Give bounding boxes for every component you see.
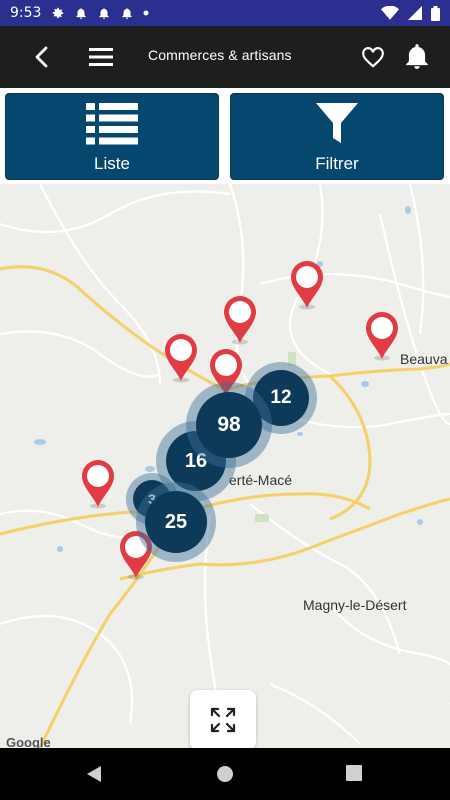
- map-marker[interactable]: [222, 295, 258, 345]
- app-bar: Commerces & artisans: [0, 26, 450, 88]
- map-place-label-town-center: erté-Macé: [229, 472, 293, 488]
- map-marker[interactable]: [80, 459, 116, 509]
- hamburger-menu-icon[interactable]: [87, 43, 115, 71]
- notification-bell-icon: [122, 8, 133, 19]
- map-place-label-east: Beauva: [400, 351, 448, 367]
- fullscreen-expand-icon: [210, 707, 236, 733]
- map-cluster[interactable]: 25: [136, 482, 216, 562]
- fullscreen-button[interactable]: [190, 690, 256, 748]
- map-place-label-south: Magny-le-Désert: [303, 597, 407, 613]
- gear-icon: [53, 7, 64, 19]
- notification-bell-icon: [76, 8, 87, 19]
- back-triangle-icon[interactable]: [85, 765, 103, 783]
- notification-bell-icon: [99, 8, 110, 19]
- list-icon: [86, 103, 138, 145]
- page-title: Commerces & artisans: [148, 47, 292, 63]
- recents-square-icon[interactable]: [346, 765, 362, 781]
- battery-icon: [431, 5, 440, 21]
- list-view-button[interactable]: Liste: [5, 93, 219, 180]
- heart-icon[interactable]: [360, 44, 386, 70]
- status-bar: 9:53: [0, 0, 450, 26]
- bell-icon[interactable]: [404, 42, 430, 70]
- map-cluster[interactable]: 98: [186, 382, 272, 468]
- status-system-icons: [381, 5, 440, 21]
- status-notification-icons: [51, 6, 149, 20]
- map-marker[interactable]: [364, 311, 400, 361]
- map-marker[interactable]: [163, 333, 199, 383]
- map-marker[interactable]: [289, 260, 325, 310]
- cluster-count: 98: [196, 392, 262, 458]
- back-arrow-icon[interactable]: [28, 43, 56, 71]
- cluster-count: 25: [145, 491, 207, 553]
- filter-funnel-icon: [316, 103, 358, 143]
- dot-icon: [143, 10, 149, 16]
- map-view[interactable]: erté-Macé Beauva Magny-le-Désert 3 12 16…: [0, 184, 450, 748]
- filter-button[interactable]: Filtrer: [230, 93, 444, 180]
- list-button-label: Liste: [94, 154, 130, 173]
- status-time: 9:53: [10, 5, 42, 21]
- action-bar: Liste Filtrer: [0, 88, 450, 184]
- system-nav-bar: [0, 748, 450, 800]
- map-attribution: Google: [6, 735, 51, 748]
- signal-icon: [408, 6, 422, 20]
- filter-button-label: Filtrer: [315, 154, 359, 173]
- wifi-icon: [381, 6, 399, 20]
- home-circle-icon[interactable]: [216, 765, 234, 783]
